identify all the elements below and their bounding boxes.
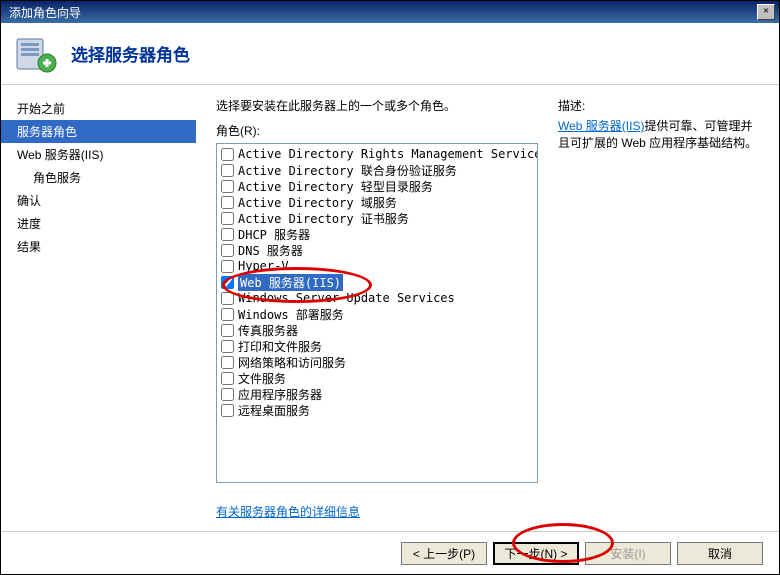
- roles-listbox[interactable]: Active Directory Rights Management Servi…: [216, 143, 538, 483]
- sidebar-item[interactable]: 服务器角色: [1, 120, 196, 143]
- role-row[interactable]: 文件服务: [219, 370, 535, 386]
- role-label: Hyper-V: [238, 259, 289, 273]
- role-checkbox[interactable]: [221, 308, 234, 321]
- role-label: Active Directory 证书服务: [238, 210, 409, 227]
- role-row[interactable]: Active Directory Rights Management Servi…: [219, 146, 535, 162]
- role-checkbox[interactable]: [221, 292, 234, 305]
- role-label: 文件服务: [238, 370, 286, 387]
- role-row[interactable]: Active Directory 证书服务: [219, 210, 535, 226]
- body: 开始之前服务器角色Web 服务器(IIS)角色服务确认进度结果 选择要安装在此服…: [1, 85, 779, 531]
- role-label: 网络策略和访问服务: [238, 354, 346, 371]
- role-row[interactable]: Windows Server Update Services: [219, 290, 535, 306]
- role-checkbox[interactable]: [221, 196, 234, 209]
- role-label: 应用程序服务器: [238, 386, 322, 403]
- role-checkbox[interactable]: [221, 372, 234, 385]
- role-row[interactable]: Active Directory 联合身份验证服务: [219, 162, 535, 178]
- role-label: Active Directory Rights Management Servi…: [238, 147, 538, 161]
- description-column: 描述: Web 服务器(IIS)提供可靠、可管理并且可扩展的 Web 应用程序基…: [538, 97, 763, 531]
- description-title: 描述:: [558, 97, 763, 114]
- role-row[interactable]: 应用程序服务器: [219, 386, 535, 402]
- description-link[interactable]: Web 服务器(IIS): [558, 119, 644, 133]
- role-label: Web 服务器(IIS): [238, 274, 343, 291]
- role-label: 传真服务器: [238, 322, 298, 339]
- more-info-link[interactable]: 有关服务器角色的详细信息: [216, 503, 538, 520]
- roles-label: 角色(R):: [216, 122, 538, 139]
- sidebar-item[interactable]: 开始之前: [1, 97, 196, 120]
- cancel-button[interactable]: 取消: [677, 542, 763, 565]
- role-label: Active Directory 域服务: [238, 194, 397, 211]
- role-checkbox[interactable]: [221, 356, 234, 369]
- role-row[interactable]: Hyper-V: [219, 258, 535, 274]
- role-row[interactable]: Web 服务器(IIS): [219, 274, 535, 290]
- sidebar-item[interactable]: 结果: [1, 235, 196, 258]
- role-row[interactable]: Active Directory 域服务: [219, 194, 535, 210]
- role-row[interactable]: Windows 部署服务: [219, 306, 535, 322]
- role-checkbox[interactable]: [221, 212, 234, 225]
- role-checkbox[interactable]: [221, 244, 234, 257]
- role-row[interactable]: DHCP 服务器: [219, 226, 535, 242]
- page-title: 选择服务器角色: [71, 41, 190, 66]
- role-checkbox[interactable]: [221, 228, 234, 241]
- role-checkbox[interactable]: [221, 180, 234, 193]
- role-checkbox[interactable]: [221, 260, 234, 273]
- role-label: Windows 部署服务: [238, 306, 344, 323]
- sidebar-item[interactable]: 进度: [1, 212, 196, 235]
- role-row[interactable]: 网络策略和访问服务: [219, 354, 535, 370]
- sidebar: 开始之前服务器角色Web 服务器(IIS)角色服务确认进度结果: [1, 85, 196, 531]
- role-checkbox[interactable]: [221, 340, 234, 353]
- previous-button[interactable]: < 上一步(P): [401, 542, 487, 565]
- role-row[interactable]: DNS 服务器: [219, 242, 535, 258]
- wizard-window: 添加角色向导 × 选择服务器角色 开始之前服务器角色Web 服务器(IIS)角色…: [0, 0, 780, 575]
- sidebar-item[interactable]: 确认: [1, 189, 196, 212]
- install-button: 安装(I): [585, 542, 671, 565]
- description-text: Web 服务器(IIS)提供可靠、可管理并且可扩展的 Web 应用程序基础结构。: [558, 118, 763, 152]
- role-label: Active Directory 轻型目录服务: [238, 178, 433, 195]
- role-label: 远程桌面服务: [238, 402, 310, 419]
- role-checkbox[interactable]: [221, 404, 234, 417]
- sidebar-item[interactable]: Web 服务器(IIS): [1, 143, 196, 166]
- role-checkbox[interactable]: [221, 388, 234, 401]
- sidebar-item[interactable]: 角色服务: [1, 166, 196, 189]
- role-checkbox[interactable]: [221, 324, 234, 337]
- main-content: 选择要安装在此服务器上的一个或多个角色。 角色(R): Active Direc…: [196, 85, 779, 531]
- role-checkbox[interactable]: [221, 276, 234, 289]
- role-row[interactable]: 传真服务器: [219, 322, 535, 338]
- role-row[interactable]: Active Directory 轻型目录服务: [219, 178, 535, 194]
- role-label: Windows Server Update Services: [238, 291, 455, 305]
- header: 选择服务器角色: [1, 23, 779, 85]
- role-checkbox[interactable]: [221, 164, 234, 177]
- next-button[interactable]: 下一步(N) >: [493, 542, 579, 565]
- role-row[interactable]: 远程桌面服务: [219, 402, 535, 418]
- window-title: 添加角色向导: [5, 4, 757, 21]
- titlebar: 添加角色向导 ×: [1, 1, 779, 23]
- server-role-icon: [15, 33, 57, 75]
- footer: < 上一步(P) 下一步(N) > 安装(I) 取消: [1, 531, 779, 575]
- role-row[interactable]: 打印和文件服务: [219, 338, 535, 354]
- role-label: Active Directory 联合身份验证服务: [238, 162, 457, 179]
- role-label: DHCP 服务器: [238, 226, 310, 243]
- role-label: 打印和文件服务: [238, 338, 322, 355]
- roles-column: 选择要安装在此服务器上的一个或多个角色。 角色(R): Active Direc…: [216, 97, 538, 531]
- role-label: DNS 服务器: [238, 242, 303, 259]
- instruction-text: 选择要安装在此服务器上的一个或多个角色。: [216, 97, 538, 114]
- close-button[interactable]: ×: [757, 4, 775, 20]
- role-checkbox[interactable]: [221, 148, 234, 161]
